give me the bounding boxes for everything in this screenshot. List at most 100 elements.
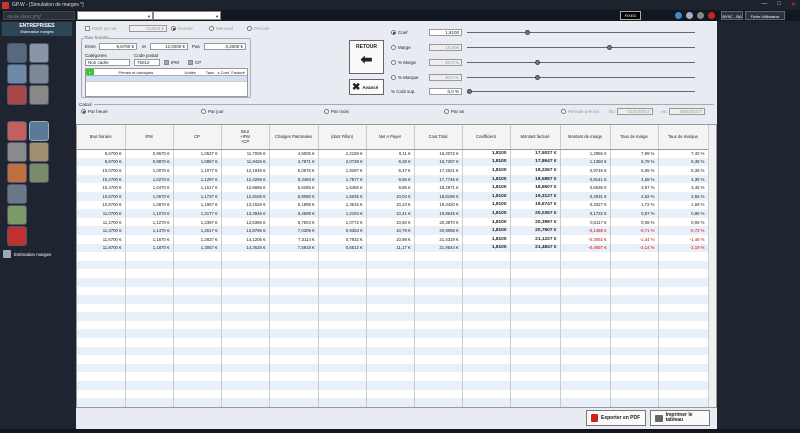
table-row[interactable] [77,398,709,407]
combo-company[interactable]: ▼ [77,11,153,20]
lock-icon[interactable] [697,12,704,19]
refresh-icon[interactable] [7,226,27,246]
partir-du-net-field[interactable]: 0,0000 € [129,25,167,32]
table-row[interactable] [77,286,709,296]
column-header[interactable]: Brut horaire [77,125,126,150]
table-row[interactable]: 9,8700 €0,9870 €1,0857 €11,9426 €4,7871 … [77,157,709,167]
pct-marque-radio[interactable]: % Marque [391,74,419,81]
marge-slider[interactable] [467,45,695,50]
pct-marge-field[interactable]: 30,0 % [429,59,462,66]
et-field[interactable]: 12,0000 € [150,43,188,50]
minimize-icon[interactable]: — [761,1,767,8]
table-row[interactable] [77,389,709,399]
table-row[interactable] [77,329,709,339]
scale-icon[interactable] [29,121,49,141]
retour-button[interactable]: RETOUR ⬅ [349,40,384,74]
par-an-radio[interactable]: Par an [444,108,464,115]
table-row[interactable] [77,252,709,261]
close-icon[interactable]: ✕ [791,1,796,8]
table-row[interactable] [77,269,709,278]
pct-marque-slider[interactable] [467,75,695,80]
coef-radio[interactable]: Coef [391,29,408,36]
pct-marque-field[interactable]: 30,0 % [429,74,462,81]
table-row[interactable]: 9,6700 €0,9670 €1,0637 €11,7006 €4,5006 … [77,149,709,158]
ruler-icon[interactable] [7,85,27,105]
network-icon[interactable] [7,184,27,204]
table-row[interactable] [77,355,709,364]
coef-field[interactable]: 1,8100 [429,29,462,36]
table-row[interactable] [77,260,709,270]
search-doc-icon[interactable] [29,64,49,84]
table-row[interactable] [77,363,709,373]
par-mois-radio[interactable]: Par mois [324,108,349,115]
column-header[interactable]: Montant facturé [510,125,561,150]
column-header[interactable]: Cout Total [414,125,463,150]
marge-radio[interactable]: Marge [391,44,411,51]
table-row[interactable]: 10,0700 €1,0070 €1,1077 €12,1846 €5,0676… [77,166,709,175]
column-header[interactable]: Taux de marque [658,125,709,150]
coef-slider[interactable] [467,30,695,35]
column-header[interactable]: Coefficient [462,125,511,150]
par-heure-radio[interactable]: Par heure [81,108,108,115]
coef-slider-knob[interactable] [525,30,530,35]
table-row[interactable]: 10,6700 €1,0670 €1,1737 €12,9106 €5,9090… [77,191,709,201]
pct-marge-radio[interactable]: % Marge [391,59,416,66]
horaire-radio[interactable]: Horaire [171,25,193,32]
pct-marge-slider[interactable] [467,60,695,65]
user-card-icon[interactable] [7,64,27,84]
table-row[interactable]: 10,2700 €1,0270 €1,1297 €12,4266 €5,3483… [77,174,709,184]
table-row[interactable]: 11,6700 €1,1670 €1,2837 €14,1206 €7,3114… [77,234,709,244]
ipm-checkbox[interactable]: IPM [164,59,179,66]
table-row[interactable] [77,372,709,382]
code-postal-field[interactable]: 75012 [134,59,160,66]
column-header[interactable]: Montant de marge [560,125,611,150]
table-row[interactable] [77,381,709,390]
table-row[interactable] [77,312,709,321]
table-row[interactable]: 10,4700 €1,0470 €1,1517 €12,6686 €5,6285… [77,183,709,192]
clipboard-icon[interactable] [29,142,49,162]
print-table-button[interactable]: Imprimer le tableau [650,410,710,426]
mensuel-radio[interactable]: Mensuel [209,25,233,32]
pas-field[interactable]: 0,2000 € [204,43,246,50]
fixed-button[interactable]: FIXED [620,11,641,20]
globe-icon[interactable] [686,12,693,19]
pct-cout-sup-slider-knob[interactable] [467,89,472,94]
maximize-icon[interactable]: □ [777,1,781,8]
access-direct-input[interactable]: Accès direct [F2] [3,11,75,20]
table-row[interactable] [77,295,709,304]
marge-field[interactable]: 10,00€ [429,44,462,51]
power-icon[interactable] [708,12,715,19]
table-row[interactable] [77,346,709,356]
column-header[interactable]: Charges Patronales [269,125,319,150]
column-header[interactable]: IFM [125,125,174,150]
column-header[interactable]: Net A Payer [366,125,415,150]
primes-row-empty[interactable] [86,76,247,82]
table-row[interactable]: 11,4700 €1,1470 €1,2617 €13,8786 €7,0309… [77,226,709,235]
column-header[interactable]: Taux de marge [610,125,659,150]
table-row[interactable]: 10,8700 €1,0870 €1,1957 €13,1526 €6,1895… [77,200,709,210]
bar-chart-icon[interactable] [7,205,27,225]
folder-icon[interactable] [29,43,49,63]
periode-radio[interactable]: Période [247,25,270,32]
help-icon[interactable] [675,12,682,19]
categories-select[interactable]: Non cadre [85,59,130,66]
wallet-icon[interactable] [29,163,49,183]
export-pdf-button[interactable]: Exporter en PDF [586,410,646,426]
calendar-icon[interactable] [7,142,27,162]
fiche-utilisateur-button[interactable]: Fiche Utilisateur [745,11,785,20]
du-date-field[interactable]: 01/03/2017 [617,108,653,115]
column-header[interactable]: CP [173,125,222,150]
par-jour-radio[interactable]: Par jour [201,108,224,115]
partir-du-net-checkbox[interactable]: Partir du net [85,25,117,32]
table-scrollbar[interactable] [708,125,716,407]
entre-field[interactable]: 9,6700 € [99,43,137,50]
column-header[interactable]: (dont Fillon) [318,125,367,150]
pct-marge-slider-knob[interactable] [535,60,540,65]
table-row[interactable] [77,338,709,347]
marge-slider-knob[interactable] [607,45,612,50]
column-header[interactable]: Brut +IFM +CP [221,125,270,150]
pct-cout-sup-slider[interactable] [467,89,695,94]
table-row[interactable]: 11,8700 €1,1870 €1,3057 €14,3626 €7,5918… [77,243,709,253]
sidebar-footer-item[interactable]: Estimation marges [0,249,74,259]
add-prime-icon[interactable]: + [86,69,94,75]
